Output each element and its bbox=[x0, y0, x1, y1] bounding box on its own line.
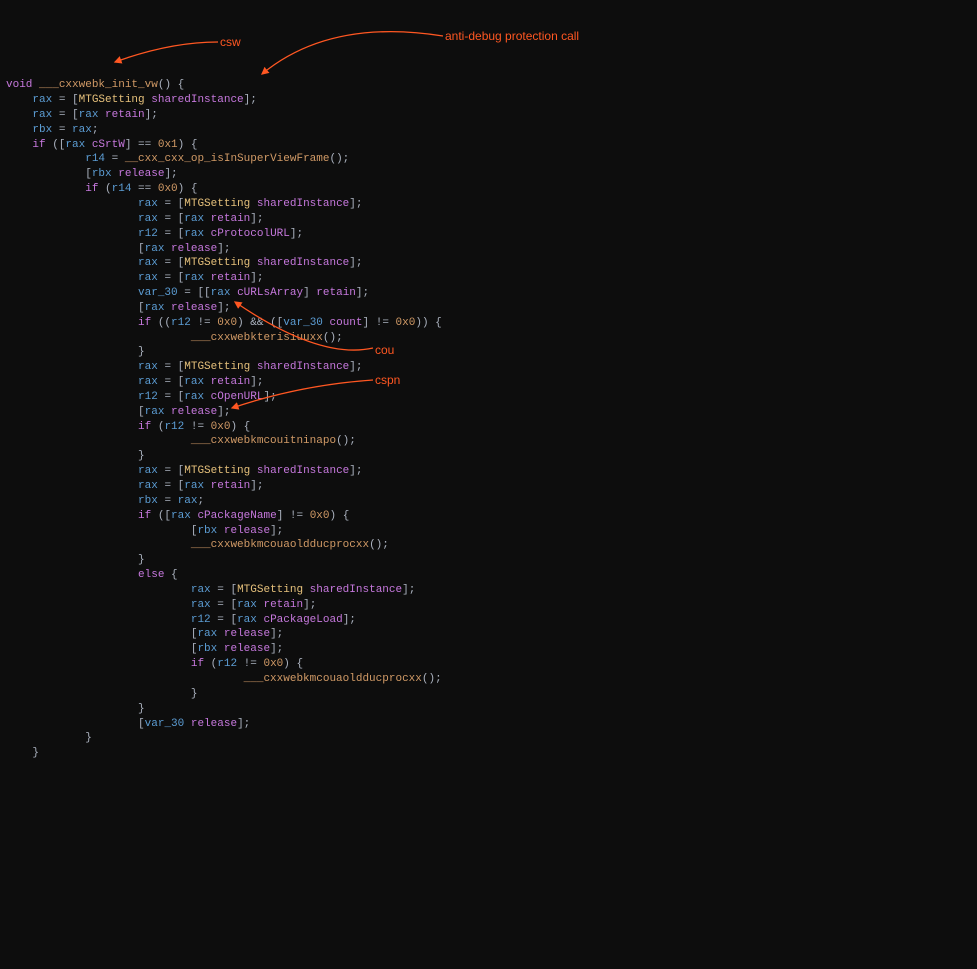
annotation-cspn: cspn bbox=[375, 372, 400, 388]
annotation-cou: cou bbox=[375, 342, 394, 358]
keyword-void: void bbox=[6, 79, 32, 91]
copenurl-selector: cOpenURL bbox=[204, 391, 263, 403]
annotation-antidebug: anti-debug protection call bbox=[445, 28, 579, 44]
cpackagename-selector: cPackageName bbox=[191, 510, 277, 522]
function-name: ___cxxwebk_init_vw bbox=[39, 79, 158, 91]
csrtw-selector: cSrtW bbox=[85, 139, 125, 151]
annotation-csw: csw bbox=[220, 34, 241, 50]
antidebug-call: __cxx_cxx_op_isInSuperViewFrame bbox=[125, 153, 330, 165]
code-block: void ___cxxwebk_init_vw() { rax = [MTGSe… bbox=[6, 63, 971, 761]
